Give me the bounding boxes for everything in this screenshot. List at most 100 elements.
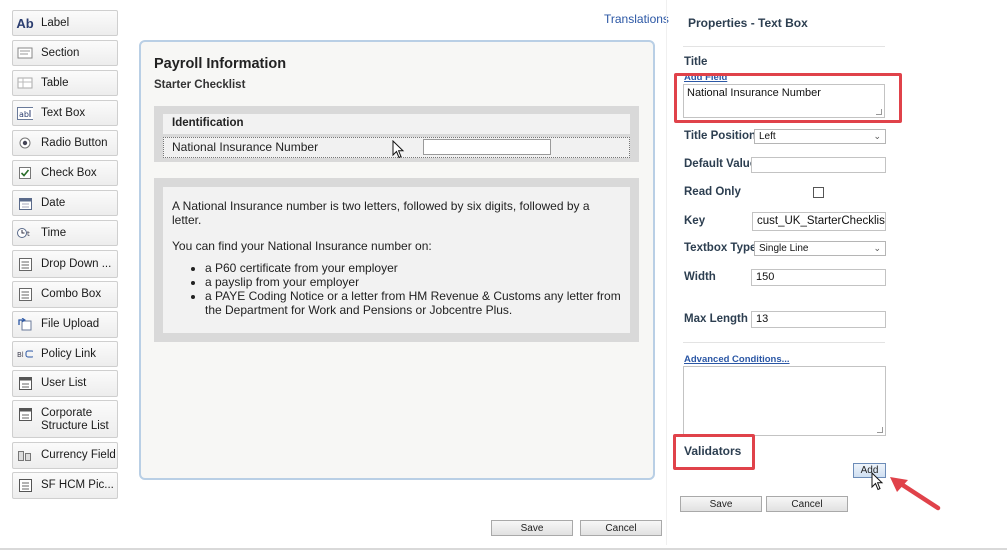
palette-item-text: Radio Button xyxy=(41,136,108,149)
info-list-item: a payslip from your employer xyxy=(205,275,621,289)
panel-divider xyxy=(666,0,667,545)
palette-item-date[interactable]: Date xyxy=(12,190,118,216)
text-box-icon: ab xyxy=(17,106,33,120)
form-title: Payroll Information xyxy=(154,56,287,72)
palette-item-corporate-structure-list[interactable]: Corporate Structure List xyxy=(12,400,118,438)
svg-text:t: t xyxy=(27,230,30,238)
palette-item-policy-link[interactable]: Bl Policy Link xyxy=(12,341,118,367)
field-label: National Insurance Number xyxy=(172,140,319,154)
palette-item-text: Combo Box xyxy=(41,288,102,300)
advanced-conditions-textarea[interactable] xyxy=(683,366,886,436)
palette-item-text: Section xyxy=(41,46,80,59)
corporate-structure-icon xyxy=(17,407,33,421)
palette-item-text: Date xyxy=(41,196,66,209)
palette-item-file-upload[interactable]: File Upload xyxy=(12,311,118,338)
palette-item-text: File Upload xyxy=(41,318,100,330)
width-input[interactable]: 150 xyxy=(751,269,886,286)
bottom-border xyxy=(0,548,1007,550)
title-label: Title xyxy=(684,56,708,68)
info-paragraph: You can find your National Insurance num… xyxy=(172,239,432,253)
palette-item-check-box[interactable]: Check Box xyxy=(12,160,118,186)
read-only-label: Read Only xyxy=(684,186,741,198)
palette-item-label[interactable]: Ab Label xyxy=(12,10,118,36)
palette-item-text-box[interactable]: ab Text Box xyxy=(12,100,118,126)
info-text-block: A National Insurance number is two lette… xyxy=(163,187,630,333)
palette-item-text: Policy Link xyxy=(41,347,96,360)
drop-down-icon xyxy=(17,257,33,271)
properties-cancel-button[interactable]: Cancel xyxy=(766,496,848,512)
read-only-checkbox[interactable] xyxy=(813,187,824,198)
component-palette: Ab Label Section Table ab Text Box Radio… xyxy=(0,0,125,555)
info-list: a P60 certificate from your employer a p… xyxy=(172,261,621,317)
default-value-label: Default Value xyxy=(684,158,757,170)
file-upload-icon xyxy=(17,318,33,332)
info-paragraph: A National Insurance number is two lette… xyxy=(172,199,590,227)
palette-item-table[interactable]: Table xyxy=(12,70,118,96)
form-save-button[interactable]: Save xyxy=(491,520,573,536)
section-icon xyxy=(17,46,33,60)
palette-item-sf-hcm-picker[interactable]: SF HCM Pic... xyxy=(12,472,118,499)
textbox-type-select[interactable]: Single Line ⌄ xyxy=(754,241,886,256)
palette-item-text: Drop Down ... xyxy=(41,257,112,270)
picker-icon xyxy=(17,479,33,493)
palette-item-text: Time xyxy=(41,226,67,239)
user-list-icon xyxy=(17,377,33,391)
highlight-validators-box xyxy=(673,434,755,470)
advanced-conditions-link[interactable]: Advanced Conditions... xyxy=(684,354,790,365)
palette-item-radio-button[interactable]: Radio Button xyxy=(12,130,118,156)
properties-save-button[interactable]: Save xyxy=(680,496,762,512)
palette-item-text: Currency Field xyxy=(41,449,116,461)
palette-item-combo-box[interactable]: Combo Box xyxy=(12,281,118,308)
combo-box-icon xyxy=(17,288,33,302)
translations-link[interactable]: Translations xyxy=(604,12,669,26)
palette-item-text: User List xyxy=(41,377,87,389)
highlight-title-box xyxy=(674,73,902,123)
palette-item-text: SF HCM Pic... xyxy=(41,479,114,491)
title-position-label: Title Position xyxy=(684,130,756,142)
clock-icon: t xyxy=(17,226,33,240)
currency-icon xyxy=(17,449,33,463)
palette-item-text: Label xyxy=(41,16,70,29)
national-insurance-input[interactable] xyxy=(423,139,551,155)
form-subtitle: Starter Checklist xyxy=(154,79,246,91)
mouse-cursor-icon xyxy=(392,140,405,159)
table-icon xyxy=(17,76,33,90)
palette-item-time[interactable]: t Time xyxy=(12,220,118,246)
max-length-input[interactable]: 13 xyxy=(751,311,886,328)
check-box-icon xyxy=(17,166,33,180)
palette-item-section[interactable]: Section xyxy=(12,40,118,66)
palette-item-text: Table xyxy=(41,76,69,89)
mouse-cursor-icon xyxy=(871,472,884,491)
form-cancel-button[interactable]: Cancel xyxy=(580,520,662,536)
info-list-item: a PAYE Coding Notice or a letter from HM… xyxy=(205,289,621,317)
width-label: Width xyxy=(684,271,716,283)
properties-panel-title: Properties - Text Box xyxy=(688,16,808,30)
textbox-type-value: Single Line xyxy=(759,243,809,254)
svg-text:Bl: Bl xyxy=(17,351,24,359)
title-position-value: Left xyxy=(759,131,776,142)
key-input[interactable]: cust_UK_StarterChecklist_ xyxy=(752,212,886,231)
radio-button-icon xyxy=(17,136,33,150)
palette-item-text: Check Box xyxy=(41,166,97,179)
label-icon: Ab xyxy=(16,15,34,31)
info-list-item: a P60 certificate from your employer xyxy=(205,261,621,275)
calendar-icon xyxy=(17,196,33,210)
palette-item-currency-field[interactable]: Currency Field xyxy=(12,442,118,469)
section-title: Identification xyxy=(163,114,630,134)
title-position-select[interactable]: Left ⌄ xyxy=(754,129,886,144)
palette-item-text: Text Box xyxy=(41,106,86,119)
resize-grip-icon[interactable] xyxy=(877,427,883,433)
default-value-input[interactable] xyxy=(751,157,886,173)
palette-item-user-list[interactable]: User List xyxy=(12,370,118,397)
red-arrow-annotation-icon xyxy=(890,477,941,511)
key-label: Key xyxy=(684,215,706,227)
separator xyxy=(683,46,885,47)
policy-link-icon: Bl xyxy=(17,347,33,361)
palette-item-drop-down[interactable]: Drop Down ... xyxy=(12,250,118,278)
chevron-down-icon: ⌄ xyxy=(873,131,881,141)
svg-text:ab: ab xyxy=(19,110,29,119)
separator xyxy=(683,342,885,343)
max-length-label: Max Length xyxy=(684,313,748,325)
chevron-down-icon: ⌄ xyxy=(873,243,881,253)
textbox-type-label: Textbox Type xyxy=(684,242,757,254)
